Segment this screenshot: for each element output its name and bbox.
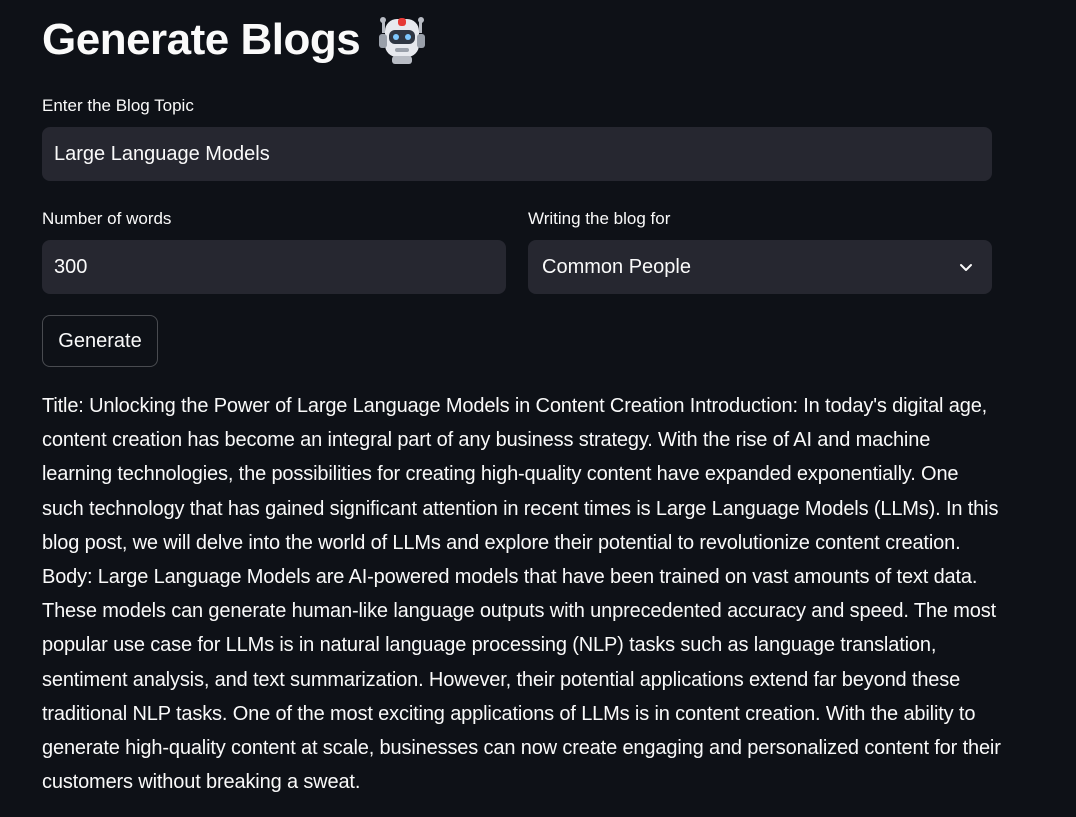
words-input-container[interactable] [42,240,506,294]
words-input[interactable] [54,255,506,279]
generate-button[interactable]: Generate [42,315,158,367]
audience-select[interactable]: Common People [528,240,992,294]
generated-blog-text: Title: Unlocking the Power of Large Lang… [42,395,1001,794]
robot-emoji-icon [379,17,426,64]
audience-selected-value: Common People [542,255,691,278]
topic-input[interactable] [54,142,992,166]
page-title: Generate Blogs [42,15,361,64]
title-row: Generate Blogs [42,10,428,70]
chevron-down-icon[interactable] [958,259,974,275]
app: Generate Blogs Enter the Blog Topic Larg… [0,0,1076,817]
topic-label: Enter the Blog Topic [42,96,194,115]
audience-label: Writing the blog for [528,209,671,228]
topic-input-container[interactable] [42,127,992,181]
words-label: Number of words [42,209,172,228]
